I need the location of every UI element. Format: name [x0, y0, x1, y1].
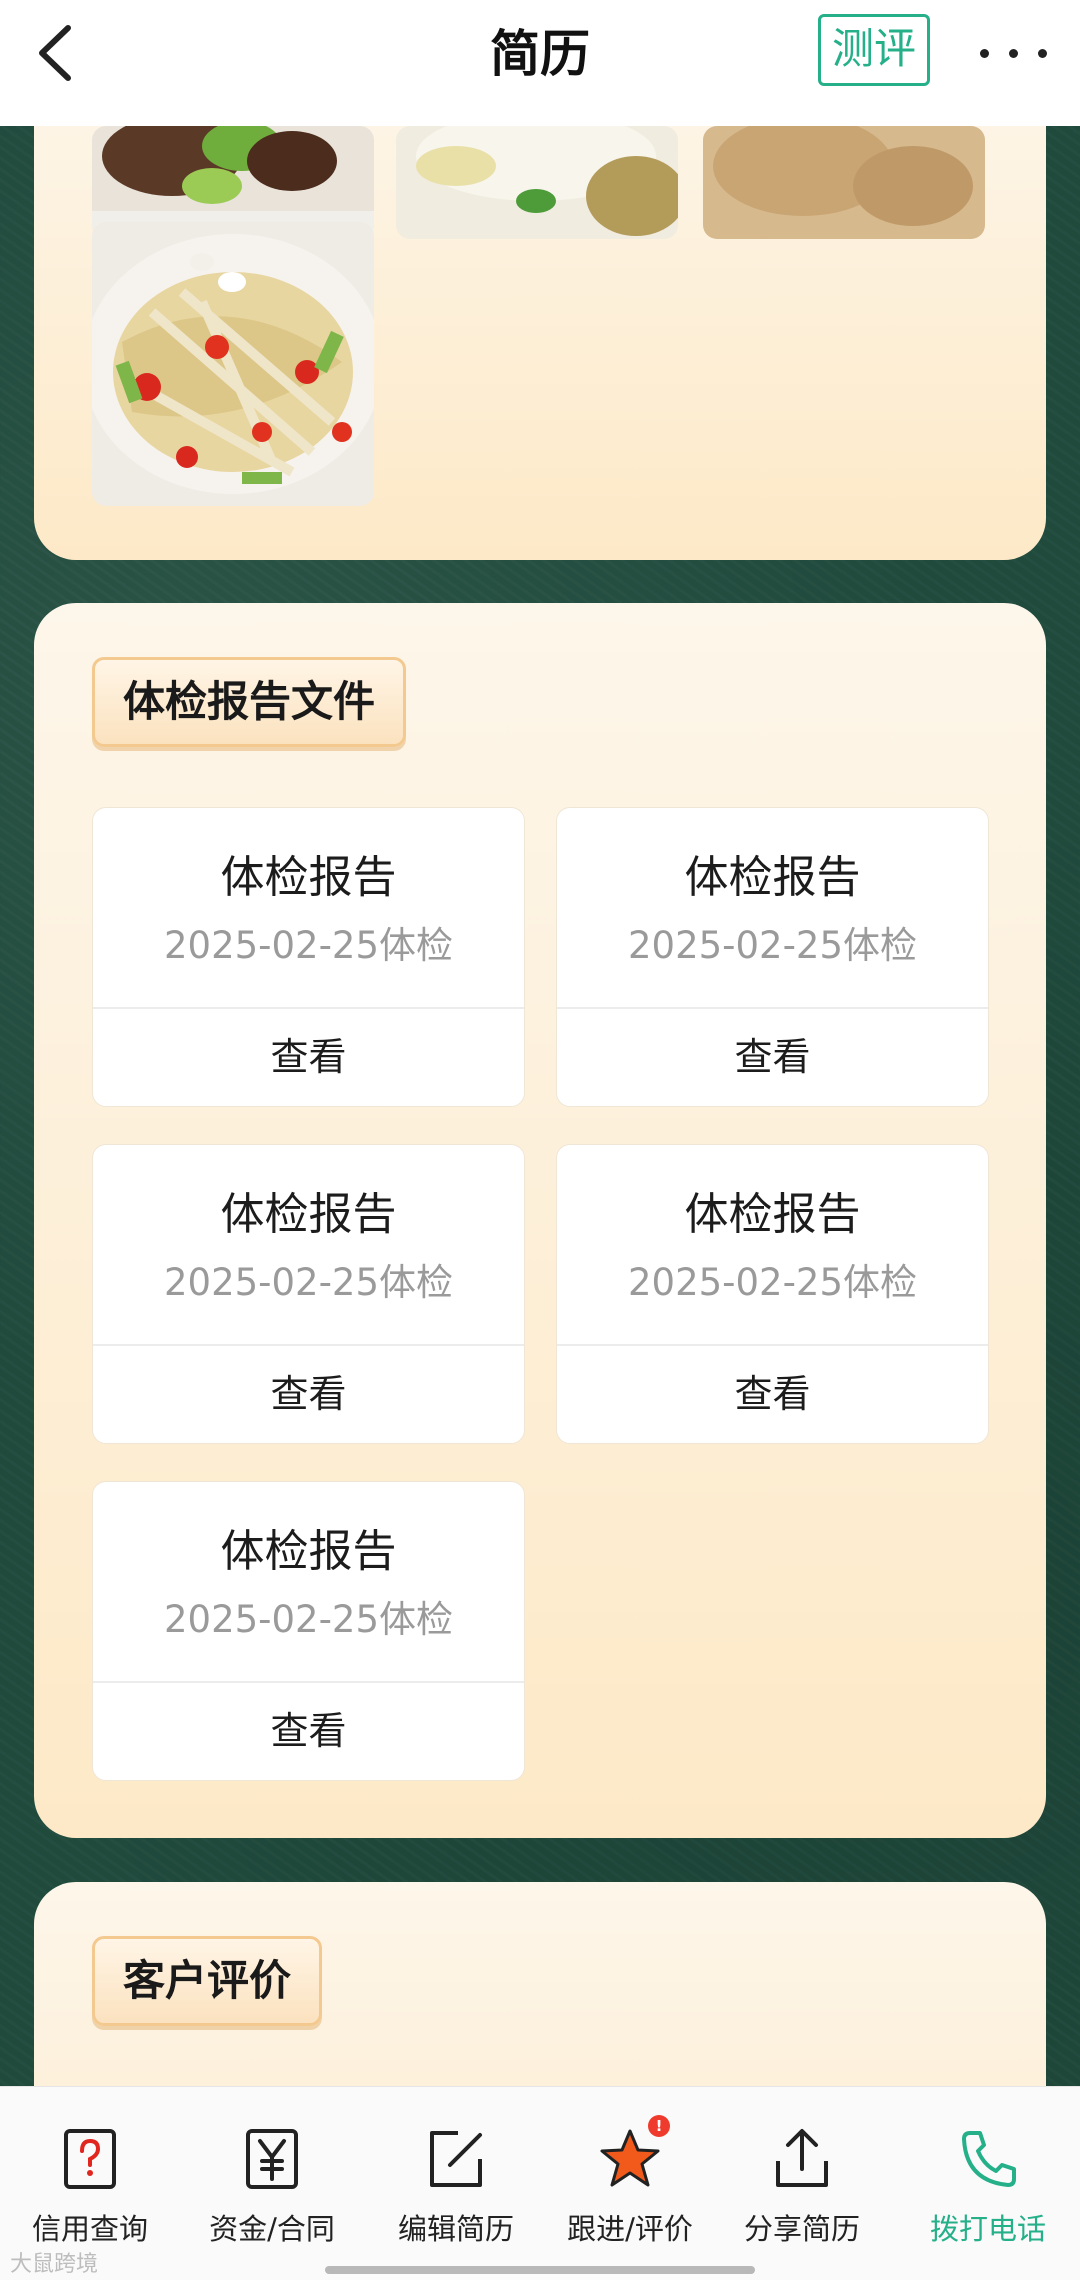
- home-indicator[interactable]: [325, 2266, 755, 2274]
- nav-credit-query[interactable]: 信用查询: [0, 2127, 180, 2247]
- nav-label: 编辑简历: [397, 2212, 514, 2246]
- food-photo[interactable]: [396, 126, 678, 239]
- view-button[interactable]: 查看: [93, 1683, 524, 1780]
- yen-icon: [246, 2129, 298, 2189]
- view-button[interactable]: 查看: [557, 1009, 988, 1106]
- nav-label: 跟进/评价: [567, 2212, 693, 2246]
- star-icon: [600, 2129, 660, 2187]
- report-date: 2025-02-25体检: [163, 924, 454, 967]
- watermark-text: 大鼠跨境: [10, 2252, 99, 2277]
- share-icon: [776, 2129, 828, 2187]
- nav-call-phone[interactable]: 拨打电话: [898, 2127, 1078, 2247]
- report-title: 体检报告: [220, 852, 397, 903]
- report-date: 2025-02-25体检: [163, 1261, 454, 1304]
- report-date: 2025-02-25体检: [627, 1261, 918, 1304]
- nav-funds-contract[interactable]: 资金/合同: [182, 2127, 362, 2247]
- food-photo[interactable]: [92, 222, 374, 506]
- nav-label: 信用查询: [31, 2212, 148, 2246]
- nav-label: 资金/合同: [209, 2212, 335, 2246]
- report-tile[interactable]: 体检报告 2025-02-25体检 查看: [92, 1481, 525, 1781]
- report-tile[interactable]: 体检报告 2025-02-25体检 查看: [556, 807, 989, 1107]
- report-tile[interactable]: 体检报告 2025-02-25体检 查看: [92, 1144, 525, 1444]
- report-date: 2025-02-25体检: [163, 1598, 454, 1641]
- evaluation-button[interactable]: 测评: [818, 14, 930, 86]
- report-title: 体检报告: [220, 1189, 397, 1240]
- food-photo[interactable]: [703, 126, 985, 239]
- more-button[interactable]: [972, 22, 1056, 82]
- view-button[interactable]: 查看: [93, 1346, 524, 1443]
- report-tile[interactable]: 体检报告 2025-02-25体检 查看: [92, 807, 525, 1107]
- report-title: 体检报告: [220, 1526, 397, 1577]
- nav-follow-up[interactable]: ! 跟进/评价: [540, 2115, 720, 2247]
- nav-label: 分享简历: [743, 2212, 860, 2246]
- section-title-reports: 体检报告文件: [92, 657, 407, 747]
- view-button[interactable]: 查看: [557, 1346, 988, 1443]
- report-files-card: 体检报告文件 体检报告 2025-02-25体检 查看 体检报告 2025-02…: [34, 603, 1046, 1838]
- report-tile[interactable]: 体检报告 2025-02-25体检 查看: [556, 1144, 989, 1444]
- report-title: 体检报告: [684, 1189, 861, 1240]
- photo-gallery-card: [34, 60, 1046, 560]
- phone-icon: [962, 2131, 1016, 2187]
- view-button[interactable]: 查看: [93, 1009, 524, 1106]
- more-dots-icon: [980, 49, 989, 58]
- nav-share-resume[interactable]: 分享简历: [712, 2127, 892, 2247]
- credit-query-icon: [64, 2129, 116, 2189]
- nav-edit-resume[interactable]: 编辑简历: [366, 2127, 546, 2247]
- report-date: 2025-02-25体检: [627, 924, 918, 967]
- section-title-reviews: 客户评价: [92, 1936, 323, 2026]
- top-header: 简历 测评: [0, 0, 1080, 126]
- notification-badge: !: [648, 2115, 670, 2137]
- nav-label: 拨打电话: [929, 2212, 1046, 2246]
- edit-icon: [430, 2131, 482, 2187]
- bottom-action-bar: 信用查询 资金/合同 编辑简历 ! 跟进/评价 分享简历 拨打电话: [0, 2086, 1080, 2280]
- report-title: 体检报告: [684, 852, 861, 903]
